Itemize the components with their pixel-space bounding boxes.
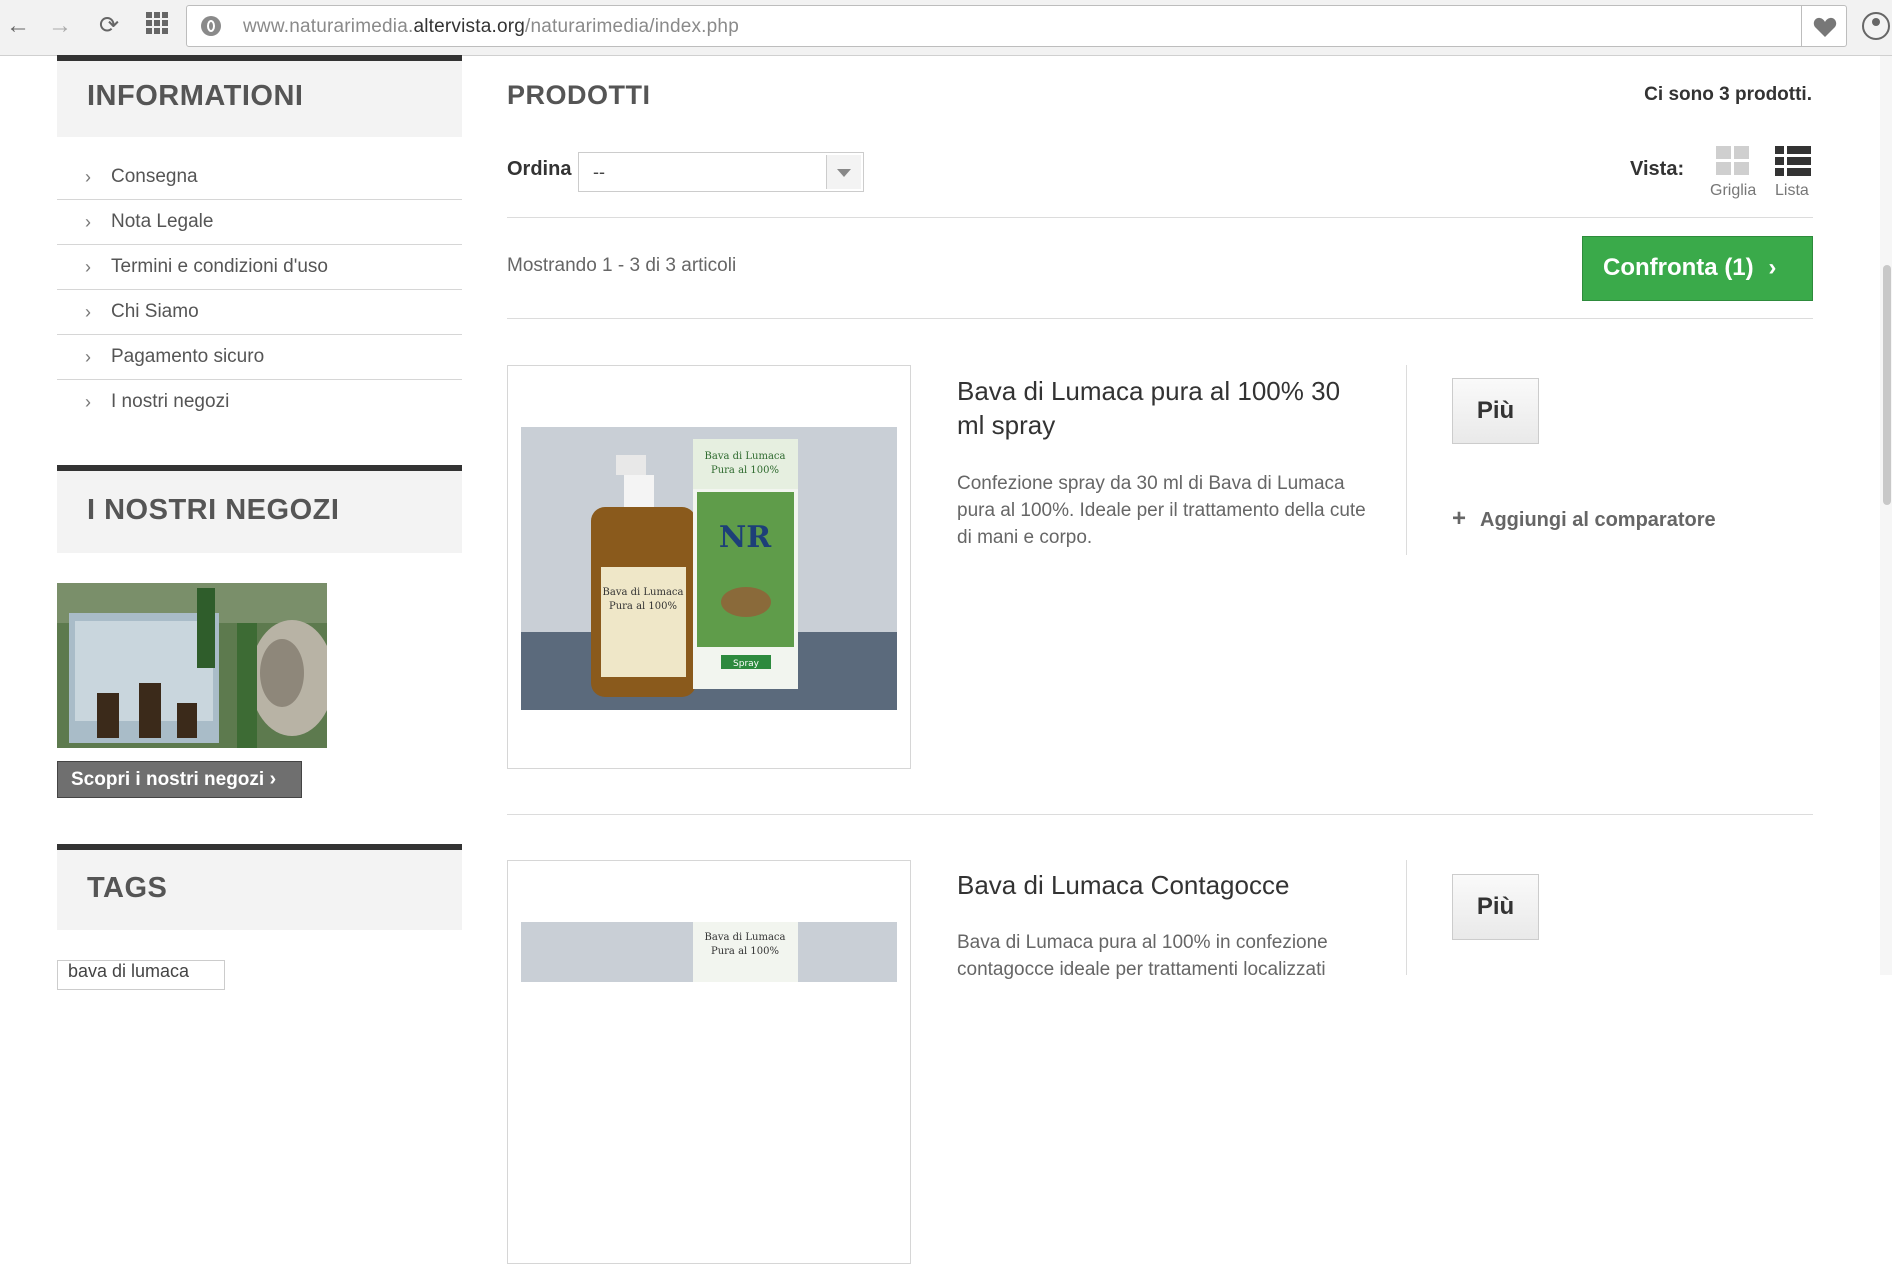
info-link[interactable]: › Nota Legale: [57, 200, 462, 245]
add-to-compare-label[interactable]: Aggiungi al comparatore: [1480, 509, 1716, 531]
chevron-right-icon: ›: [85, 212, 91, 232]
divider: [1406, 365, 1407, 555]
tags-block-header: TAGS: [57, 844, 462, 930]
info-block-header: INFORMATIONI: [57, 55, 462, 137]
sort-label: Ordina: [507, 158, 572, 180]
site-info-icon[interactable]: [201, 16, 221, 36]
chevron-right-icon: ›: [85, 302, 91, 322]
sort-select[interactable]: --: [578, 152, 864, 192]
svg-text:Pura al 100%: Pura al 100%: [711, 946, 779, 957]
divider: [507, 814, 1813, 815]
list-view-icon[interactable]: [1775, 146, 1811, 181]
url-text[interactable]: www.naturarimedia.altervista.org/naturar…: [243, 16, 739, 38]
info-link-label[interactable]: Nota Legale: [111, 200, 213, 244]
more-button[interactable]: Più: [1452, 378, 1539, 444]
info-link[interactable]: › Consegna: [57, 155, 462, 200]
page-scrollbar[interactable]: [1880, 56, 1892, 975]
tag-label[interactable]: bava di lumaca: [68, 961, 189, 981]
discover-stores-label[interactable]: Scopri i nostri negozi: [71, 769, 264, 790]
info-block-title: INFORMATIONI: [87, 80, 304, 112]
discover-stores-button[interactable]: Scopri i nostri negozi ›: [57, 761, 302, 798]
more-button[interactable]: Più: [1452, 874, 1539, 940]
info-link-label[interactable]: Consegna: [111, 155, 198, 199]
grid-view-label[interactable]: Griglia: [1710, 182, 1756, 200]
compare-button-label[interactable]: Confronta (1): [1603, 254, 1754, 281]
chevron-right-icon: ›: [85, 347, 91, 367]
svg-text:Pura al 100%: Pura al 100%: [609, 601, 677, 612]
chevron-right-icon: ›: [1768, 254, 1777, 281]
stores-block-header: I NOSTRI NEGOZI: [57, 465, 462, 553]
svg-text:Spray: Spray: [733, 659, 760, 669]
info-link[interactable]: › I nostri negozi: [57, 380, 462, 424]
plus-icon: +: [1452, 505, 1467, 532]
divider: [507, 217, 1813, 218]
svg-text:Bava di Lumaca: Bava di Lumaca: [705, 451, 786, 462]
reload-icon[interactable]: ⟳: [95, 12, 123, 40]
scrollbar-thumb[interactable]: [1883, 265, 1891, 505]
address-bar[interactable]: www.naturarimedia.altervista.org/naturar…: [186, 5, 1847, 47]
info-link-label[interactable]: Chi Siamo: [111, 290, 199, 334]
svg-text:Bava di Lumaca: Bava di Lumaca: [603, 587, 684, 598]
chevron-down-icon[interactable]: [826, 155, 861, 189]
back-arrow-icon[interactable]: ←: [4, 12, 32, 40]
favorite-button[interactable]: [1801, 6, 1846, 46]
info-link[interactable]: › Chi Siamo: [57, 290, 462, 335]
chevron-right-icon: ›: [269, 768, 277, 790]
view-label: Vista:: [1630, 158, 1685, 180]
divider: [1406, 860, 1407, 975]
product-image-frame[interactable]: Bava di Lumaca Pura al 100%: [507, 860, 911, 1264]
compare-button[interactable]: Confronta (1) ›: [1582, 236, 1813, 301]
info-link[interactable]: › Termini e condizioni d'uso: [57, 245, 462, 290]
store-photo[interactable]: [57, 583, 327, 748]
page-title: PRODOTTI: [507, 80, 651, 110]
info-link-label[interactable]: Pagamento sicuro: [111, 335, 264, 379]
grid-view-icon[interactable]: [1716, 146, 1750, 181]
product-photo[interactable]: Bava di Lumaca Pura al 100%: [521, 922, 897, 982]
chevron-right-icon: ›: [85, 167, 91, 187]
profile-icon[interactable]: [1862, 12, 1890, 40]
product-photo[interactable]: Bava di Lumaca Pura al 100% Bava di Luma…: [521, 427, 897, 710]
heart-icon: [1813, 17, 1837, 37]
forward-arrow-icon[interactable]: →: [46, 12, 74, 40]
divider: [507, 318, 1813, 319]
product-description: Confezione spray da 30 ml di Bava di Lum…: [957, 473, 1366, 548]
svg-text:Bava di Lumaca: Bava di Lumaca: [705, 932, 786, 943]
tags-block-title: TAGS: [87, 872, 168, 904]
info-link-label[interactable]: I nostri negozi: [111, 380, 229, 424]
tag-link[interactable]: bava di lumaca: [57, 960, 225, 990]
stores-block-title: I NOSTRI NEGOZI: [87, 494, 340, 526]
product-image-frame[interactable]: Bava di Lumaca Pura al 100% Bava di Luma…: [507, 365, 911, 769]
svg-text:NR: NR: [719, 520, 772, 555]
browser-toolbar: ← → ⟳ www.naturarimedia.altervista.org/n…: [0, 0, 1892, 56]
sort-selected-value: --: [593, 162, 605, 182]
chevron-right-icon: ›: [85, 392, 91, 412]
chevron-right-icon: ›: [85, 257, 91, 277]
list-view-label[interactable]: Lista: [1775, 182, 1809, 200]
add-to-compare-link[interactable]: + Aggiungi al comparatore: [1452, 505, 1716, 533]
product-count: Ci sono 3 prodotti.: [1644, 84, 1812, 105]
apps-grid-icon[interactable]: [143, 12, 171, 40]
product-name-link[interactable]: Bava di Lumaca pura al 100% 30 ml spray: [957, 374, 1347, 442]
svg-text:Pura al 100%: Pura al 100%: [711, 465, 779, 476]
info-link[interactable]: › Pagamento sicuro: [57, 335, 462, 380]
info-links-list: › Consegna › Nota Legale › Termini e condiz…: [57, 155, 462, 424]
product-name-link[interactable]: Bava di Lumaca Contagocce: [957, 868, 1347, 902]
showing-text: Mostrando 1 - 3 di 3 articoli: [507, 255, 737, 276]
info-link-label[interactable]: Termini e condizioni d'uso: [111, 245, 328, 289]
